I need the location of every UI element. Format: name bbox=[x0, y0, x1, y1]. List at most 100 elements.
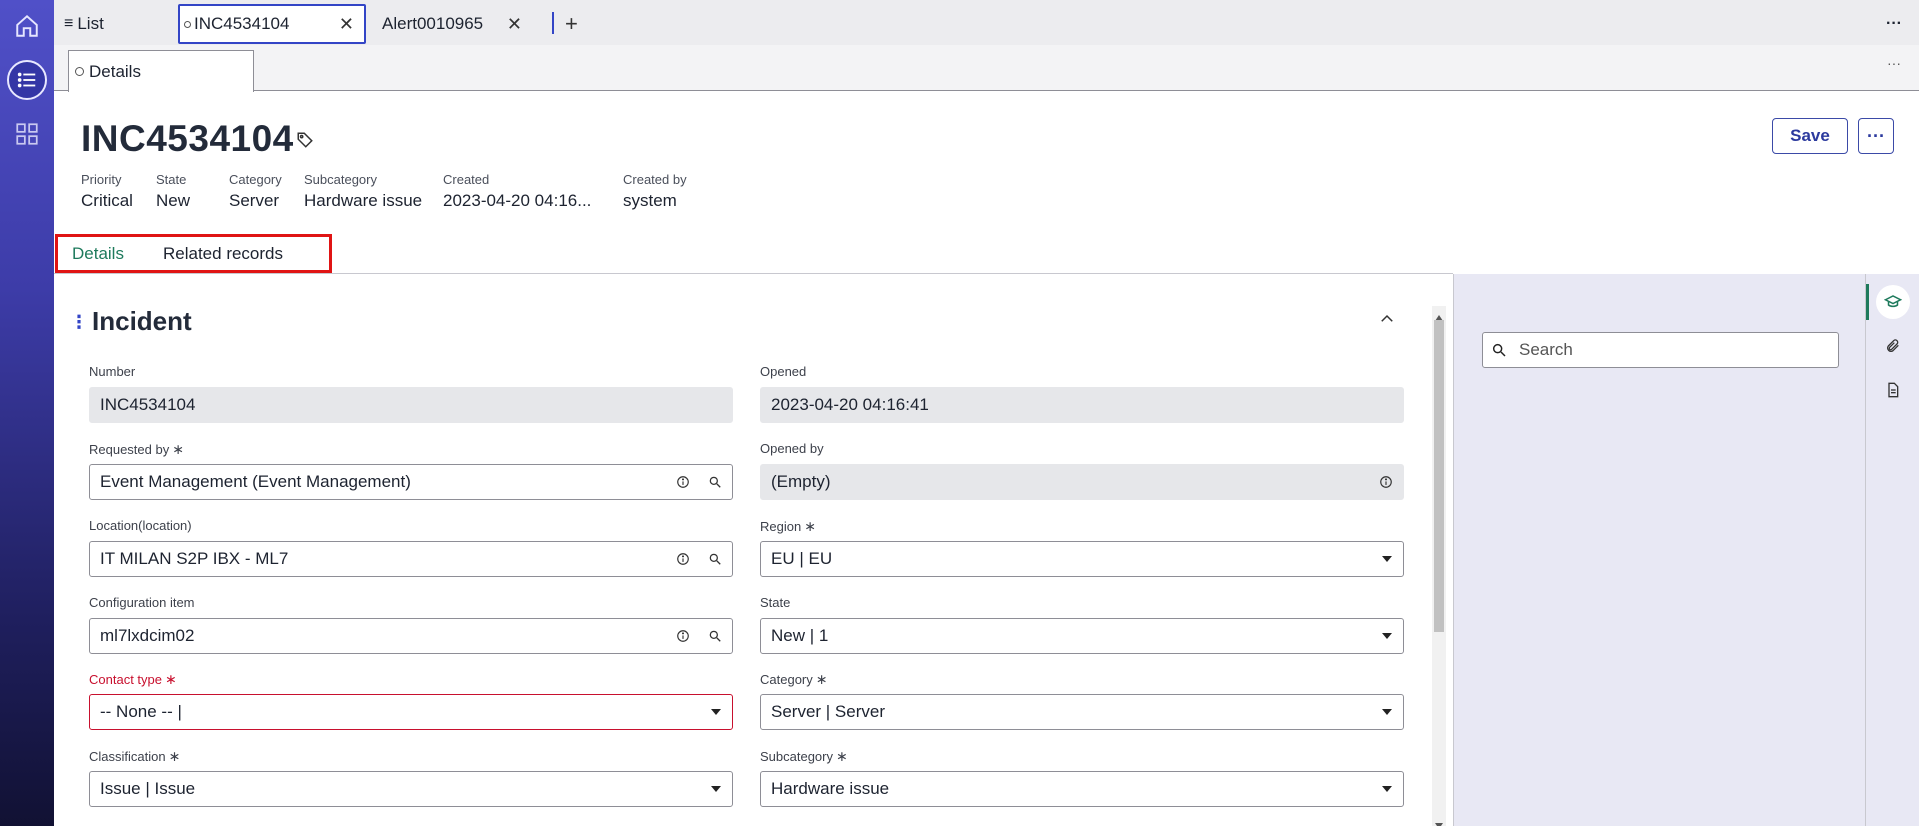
info-icon[interactable] bbox=[676, 629, 690, 643]
side-icon-strip bbox=[1865, 274, 1919, 826]
graduation-cap-icon bbox=[1884, 295, 1902, 308]
paperclip-icon bbox=[1887, 339, 1899, 352]
info-icon[interactable] bbox=[676, 475, 690, 489]
agent-assist-button[interactable] bbox=[1876, 285, 1910, 319]
meta-state: State New bbox=[156, 172, 191, 210]
home-nav-button[interactable] bbox=[7, 6, 47, 46]
field-category: Category ∗ Server | Server bbox=[760, 671, 1404, 730]
required-icon: ∗ bbox=[172, 441, 184, 457]
record-more-button[interactable]: ··· bbox=[1858, 118, 1894, 154]
panel-search-field[interactable]: Search bbox=[1482, 332, 1839, 368]
search-icon[interactable] bbox=[708, 629, 722, 643]
tab-alert0010965[interactable]: Alert0010965 ✕ bbox=[382, 4, 532, 44]
required-icon: ∗ bbox=[815, 671, 828, 687]
subbar-more-icon[interactable]: ··· bbox=[1887, 55, 1901, 71]
meta-subcategory: Subcategory Hardware issue bbox=[304, 172, 423, 210]
region-select[interactable]: EU | EU bbox=[760, 541, 1404, 577]
field-subcategory: Subcategory ∗ Hardware issue bbox=[760, 748, 1404, 807]
field-location: Location(location) IT MILAN S2P IBX - ML… bbox=[89, 518, 733, 577]
category-select[interactable]: Server | Server bbox=[760, 694, 1404, 730]
active-indicator bbox=[1866, 284, 1869, 320]
top-tab-bar: ≡ List INC4534104 ✕ Alert0010965 ✕ + ··· bbox=[54, 0, 1919, 45]
grid-nav-button[interactable] bbox=[7, 114, 47, 154]
field-opened: Opened 2023-04-20 04:16:41 bbox=[760, 364, 1404, 423]
tab-details-workspace[interactable]: Details bbox=[68, 50, 254, 92]
subtab-label: Details bbox=[89, 61, 141, 81]
tabs-highlight-box bbox=[55, 234, 332, 273]
field-number: Number INC4534104 bbox=[89, 364, 733, 423]
field-region: Region ∗ EU | EU bbox=[760, 518, 1404, 577]
required-icon: ∗ bbox=[168, 748, 181, 764]
section-drag-handle-icon[interactable]: ⋮ bbox=[70, 312, 88, 333]
field-state: State New | 1 bbox=[760, 595, 1404, 654]
scrollbar-thumb[interactable] bbox=[1434, 320, 1444, 632]
requested-by-input[interactable]: Event Management (Event Management) bbox=[89, 464, 733, 500]
caret-down-icon bbox=[1381, 785, 1393, 793]
close-icon[interactable]: ✕ bbox=[507, 14, 522, 35]
close-icon[interactable]: ✕ bbox=[339, 14, 354, 35]
menu-icon: ≡ bbox=[64, 15, 74, 32]
search-placeholder: Search bbox=[1519, 340, 1573, 359]
add-tab-button[interactable]: + bbox=[565, 4, 578, 44]
list-nav-button[interactable] bbox=[7, 60, 47, 100]
tab-divider bbox=[552, 12, 554, 34]
app-root: ≡ List INC4534104 ✕ Alert0010965 ✕ + ···… bbox=[0, 0, 1919, 826]
configuration-item-input[interactable]: ml7lxdcim02 bbox=[89, 618, 733, 654]
search-icon bbox=[1492, 343, 1506, 357]
sub-tab-bar: Details ··· bbox=[54, 45, 1919, 92]
chevron-up-icon[interactable] bbox=[1378, 310, 1396, 328]
contextual-side-panel: Search bbox=[1453, 274, 1865, 826]
contact-type-select[interactable]: -- None -- | bbox=[89, 694, 733, 730]
search-icon[interactable] bbox=[708, 552, 722, 566]
home-icon bbox=[16, 14, 38, 37]
meta-created-by: Created by system bbox=[623, 172, 687, 210]
info-icon[interactable] bbox=[676, 552, 690, 566]
field-opened-by: Opened by (Empty) bbox=[760, 441, 1404, 500]
required-icon: ∗ bbox=[165, 671, 177, 687]
field-requested-by: Requested by ∗ Event Management (Event Ma… bbox=[89, 441, 733, 500]
record-number: INC4534104 bbox=[81, 118, 294, 159]
caret-down-icon bbox=[1381, 555, 1393, 563]
meta-priority: Priority Critical bbox=[81, 172, 133, 210]
attachments-button[interactable] bbox=[1876, 329, 1910, 363]
search-icon[interactable] bbox=[708, 475, 722, 489]
list-tab[interactable]: ≡ List bbox=[64, 4, 174, 44]
document-icon bbox=[1888, 382, 1899, 398]
opened-by-input[interactable]: (Empty) bbox=[760, 464, 1404, 500]
tab-inc4534104[interactable]: INC4534104 ✕ bbox=[178, 4, 366, 44]
incident-form: ⋮ Incident Number INC4534104 Requested b… bbox=[54, 274, 1453, 826]
classification-select[interactable]: Issue | Issue bbox=[89, 771, 733, 807]
tag-icon[interactable] bbox=[296, 131, 314, 149]
document-button[interactable] bbox=[1876, 373, 1910, 407]
info-icon[interactable] bbox=[1379, 475, 1393, 489]
section-title: Incident bbox=[92, 306, 192, 336]
left-nav-rail bbox=[0, 0, 54, 826]
meta-category: Category Server bbox=[229, 172, 282, 210]
record-status-icon bbox=[75, 67, 84, 76]
list-tab-label: List bbox=[77, 14, 104, 33]
record-status-icon bbox=[184, 20, 191, 28]
list-icon bbox=[17, 72, 36, 88]
save-button[interactable]: Save bbox=[1772, 118, 1848, 154]
more-options-icon[interactable]: ··· bbox=[1886, 4, 1902, 44]
required-icon: ∗ bbox=[804, 518, 816, 534]
record-title: INC4534104 bbox=[81, 118, 294, 160]
required-icon: ∗ bbox=[836, 748, 848, 764]
subcategory-select[interactable]: Hardware issue bbox=[760, 771, 1404, 807]
grid-icon bbox=[16, 123, 38, 145]
caret-down-icon bbox=[710, 785, 722, 793]
meta-created: Created 2023-04-20 04:16... bbox=[443, 172, 592, 210]
form-scrollbar[interactable] bbox=[1432, 306, 1446, 826]
field-contact-type: Contact type ∗ -- None -- | bbox=[89, 671, 733, 730]
opened-input[interactable]: 2023-04-20 04:16:41 bbox=[760, 387, 1404, 423]
field-configuration-item: Configuration item ml7lxdcim02 bbox=[89, 595, 733, 654]
caret-down-icon bbox=[1381, 708, 1393, 716]
caret-down-icon bbox=[710, 708, 722, 716]
location-input[interactable]: IT MILAN S2P IBX - ML7 bbox=[89, 541, 733, 577]
tab-label: Alert0010965 bbox=[382, 14, 484, 33]
caret-down-icon bbox=[1381, 632, 1393, 640]
state-select[interactable]: New | 1 bbox=[760, 618, 1404, 654]
scroll-down-icon[interactable] bbox=[1435, 816, 1443, 826]
tab-label: INC4534104 bbox=[194, 14, 290, 33]
number-input[interactable]: INC4534104 bbox=[89, 387, 733, 423]
